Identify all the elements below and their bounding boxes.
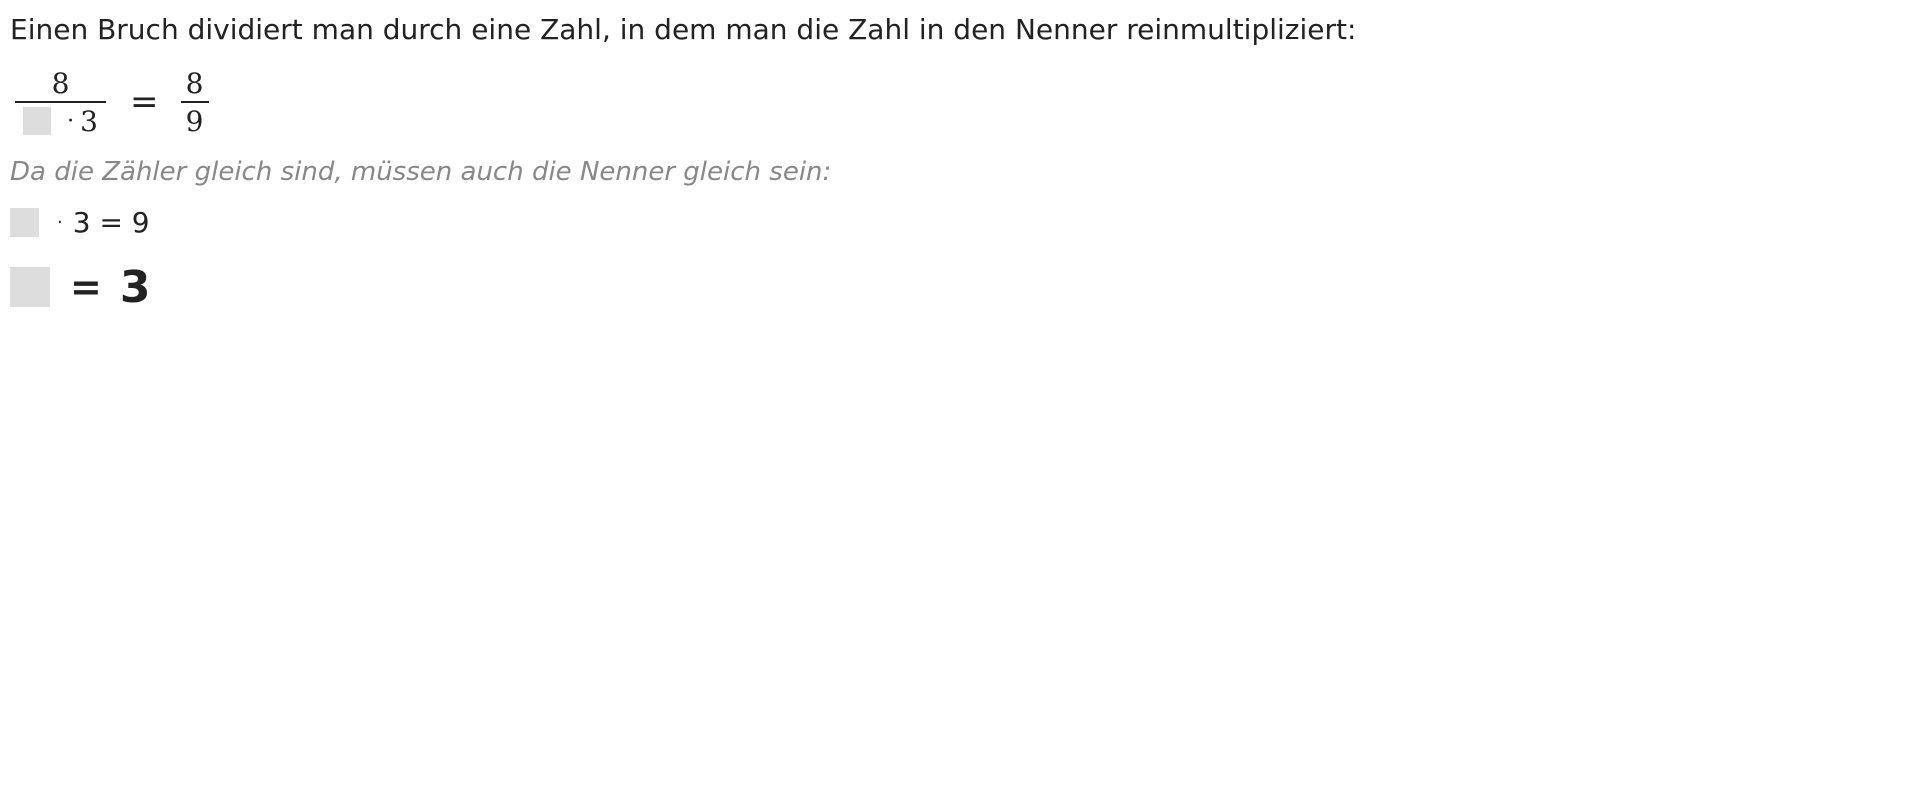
blank-box — [23, 107, 52, 135]
left-denominator: · 3 — [23, 103, 98, 139]
multiply-dot: · — [57, 211, 63, 233]
right-denominator: 9 — [185, 104, 204, 138]
left-numerator: 8 — [51, 66, 70, 100]
equals-sign: = — [130, 82, 159, 122]
blank-box — [10, 267, 50, 307]
right-numerator: 8 — [185, 66, 204, 100]
fraction-equation: 8 · 3 = 8 9 — [15, 62, 209, 142]
hint-text: Da die Zähler gleich sind, müssen auch d… — [10, 157, 832, 187]
right-fraction: 8 9 — [180, 65, 209, 139]
denominator-equation: · 3 = 9 — [10, 205, 150, 239]
denominator-equation-rest: 3 = 9 — [72, 205, 150, 239]
multiply-dot: · — [67, 108, 75, 134]
result-value: 3 — [119, 261, 151, 313]
equals-sign: = — [70, 265, 102, 309]
left-fraction: 8 · 3 — [15, 65, 106, 139]
denominator-factor: 3 — [80, 104, 98, 138]
blank-box — [10, 207, 39, 237]
intro-text: Einen Bruch dividiert man durch eine Zah… — [10, 13, 1357, 46]
result-equation: = 3 — [10, 262, 150, 313]
